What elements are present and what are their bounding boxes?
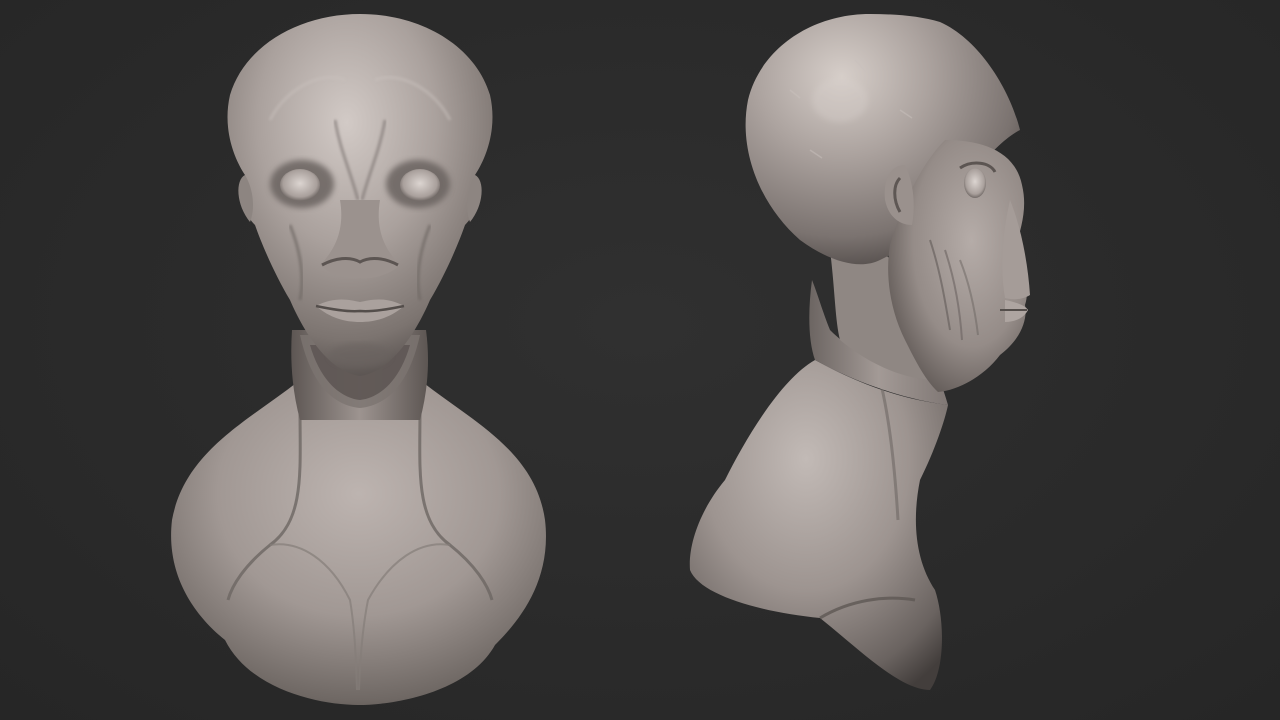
render-viewport: [0, 0, 1280, 720]
side-eye: [964, 168, 986, 198]
front-torso: [171, 380, 546, 705]
side-bust: [689, 14, 1030, 690]
front-right-eye: [400, 169, 440, 201]
sculpt-render: [171, 14, 1030, 705]
front-bust: [171, 14, 546, 705]
front-left-eye: [280, 169, 320, 201]
side-torso: [689, 360, 948, 690]
